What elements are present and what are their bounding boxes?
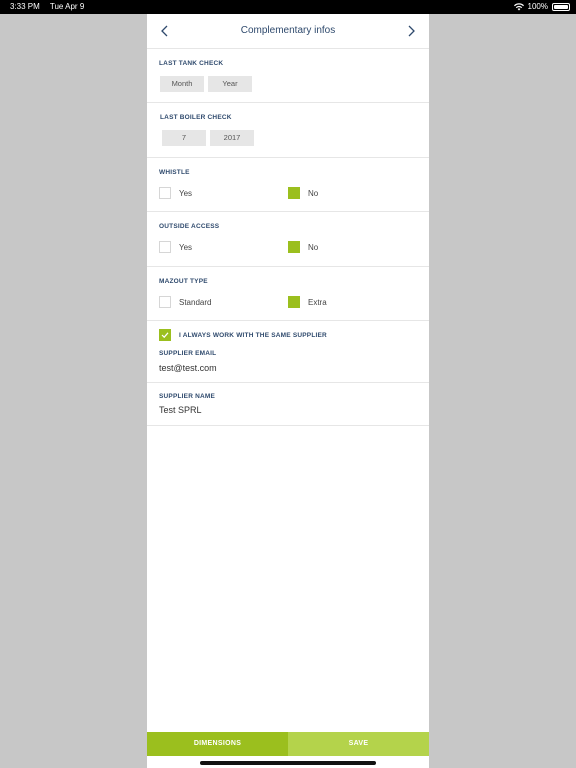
wifi-icon [513,3,524,11]
supplier-email-input[interactable]: test@test.com [159,363,217,373]
outside-access-no-checkbox[interactable] [288,241,300,253]
same-supplier-checkbox[interactable] [159,329,171,341]
supplier-section: I ALWAYS WORK WITH THE SAME SUPPLIER SUP… [147,321,429,383]
whistle-no-checkbox[interactable] [288,187,300,199]
whistle-no-label: No [308,189,319,198]
whistle-section: WHISTLE Yes No [147,158,429,212]
last-boiler-check-month-field[interactable]: 7 [162,130,206,146]
last-boiler-check-section: LAST BOILER CHECK 7 2017 [147,103,429,158]
mazout-extra-checkbox[interactable] [288,296,300,308]
whistle-yes-label: Yes [179,189,193,198]
status-left: 3:33 PM Tue Apr 9 [10,0,92,14]
mazout-extra-label: Extra [308,298,327,307]
last-tank-check-section: LAST TANK CHECK Month Year [147,49,429,103]
page-title: Complementary infos [240,25,336,36]
dimensions-button[interactable]: DIMENSIONS [147,732,288,756]
outside-access-section: OUTSIDE ACCESS Yes No [147,212,429,267]
save-button[interactable]: SAVE [288,732,429,756]
outside-access-no-label: No [308,243,319,252]
outside-access-yes-checkbox[interactable] [159,241,171,253]
supplier-name-label: SUPPLIER NAME [159,393,216,400]
mazout-type-label: MAZOUT TYPE [159,278,208,285]
same-supplier-label: I ALWAYS WORK WITH THE SAME SUPPLIER [179,332,327,339]
supplier-name-section: SUPPLIER NAME Test SPRL [147,383,429,426]
status-date: Tue Apr 9 [49,2,85,11]
last-tank-check-month-field[interactable]: Month [160,76,204,92]
bottom-action-bar: DIMENSIONS SAVE [147,732,429,756]
last-tank-check-label: LAST TANK CHECK [159,60,224,67]
status-bar: 3:33 PM Tue Apr 9 100% [0,0,576,14]
outside-access-yes-label: Yes [179,243,193,252]
battery-icon [552,3,570,11]
mazout-standard-label: Standard [179,298,212,307]
mazout-standard-checkbox[interactable] [159,296,171,308]
outside-access-label: OUTSIDE ACCESS [159,223,220,230]
last-tank-check-year-field[interactable]: Year [208,76,252,92]
nav-header: Complementary infos [147,14,429,49]
status-time: 3:33 PM [10,2,40,11]
battery-percent: 100% [527,2,548,11]
complementary-infos-panel: Complementary infos LAST TANK CHECK Mont… [147,14,429,768]
whistle-label: WHISTLE [159,169,190,176]
chevron-right-icon[interactable] [403,23,419,39]
supplier-name-input[interactable]: Test SPRL [159,405,202,415]
status-right: 100% [513,0,570,14]
checkmark-icon [161,332,169,339]
last-boiler-check-year-field[interactable]: 2017 [210,130,254,146]
whistle-yes-checkbox[interactable] [159,187,171,199]
home-indicator [200,761,376,765]
supplier-email-label: SUPPLIER EMAIL [159,350,217,357]
mazout-type-section: MAZOUT TYPE Standard Extra [147,267,429,321]
last-boiler-check-label: LAST BOILER CHECK [160,114,232,121]
